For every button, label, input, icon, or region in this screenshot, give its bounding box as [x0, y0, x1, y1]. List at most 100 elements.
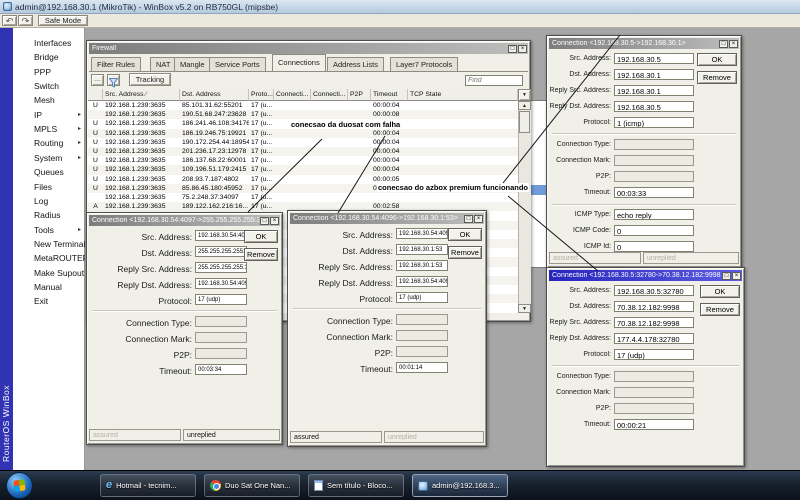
protocol-field[interactable]: 1 (icmp): [614, 117, 694, 128]
remove-button[interactable]: Remove: [697, 71, 737, 84]
maximize-icon[interactable]: □: [719, 39, 728, 48]
taskbar-button-sem-t-tulo-bloco[interactable]: Sem título - Bloco...: [308, 474, 404, 497]
ok-button[interactable]: OK: [700, 285, 740, 298]
sidebar-item-bridge[interactable]: Bridge: [13, 50, 85, 64]
column-header-timeout[interactable]: Timeout: [371, 89, 408, 101]
sidebar-item-make-supout-rif[interactable]: Make Supout.rif: [13, 266, 94, 280]
column-header-connecti[interactable]: Connecti...: [311, 89, 348, 101]
scroll-thumb[interactable]: [519, 111, 530, 133]
filter-icon[interactable]: [107, 74, 120, 88]
tab-service-ports[interactable]: Service Ports: [209, 57, 266, 71]
taskbar-button-hotmail-tecnim[interactable]: e Hotmail - tecnim...: [100, 474, 196, 497]
close-icon[interactable]: ×: [474, 214, 483, 223]
sidebar-item-radius[interactable]: Radius: [13, 208, 85, 222]
sidebar-item-interfaces[interactable]: Interfaces: [13, 36, 85, 50]
firewall-titlebar[interactable]: Firewall □ ×: [89, 43, 528, 54]
start-button[interactable]: [6, 472, 33, 499]
connection-row[interactable]: U 192.168.1.239:3635 85.101.31.62:55201 17 …: [88, 101, 518, 111]
sidebar-item-routing[interactable]: Routing ▸: [13, 136, 85, 150]
column-header-flags[interactable]: [88, 89, 103, 101]
reply-src-address-field[interactable]: 192.168.30.1: [614, 85, 694, 96]
timeout-field[interactable]: 00:01:14: [396, 362, 448, 373]
close-icon[interactable]: ×: [732, 271, 741, 280]
tab-connections[interactable]: Connections: [272, 54, 326, 71]
connection-type-field[interactable]: [614, 371, 694, 382]
dst-address-field[interactable]: 255.255.255.255:33123: [195, 246, 247, 257]
sidebar-item-mesh[interactable]: Mesh: [13, 93, 85, 107]
sidebar-item-exit[interactable]: Exit: [13, 294, 85, 308]
vertical-scrollbar[interactable]: ▲ ▼: [518, 101, 531, 313]
close-icon[interactable]: ×: [729, 39, 738, 48]
connection-type-field[interactable]: [614, 139, 694, 150]
connection-row[interactable]: 192.168.1.239:3635 75.2.248.37:34097 17 (u…: [88, 193, 518, 203]
maximize-icon[interactable]: □: [464, 214, 473, 223]
maximize-icon[interactable]: □: [722, 271, 731, 280]
icmp-type-field[interactable]: echo reply: [614, 209, 694, 220]
reply-dst-address-field[interactable]: 192.168.30.54:4096: [396, 276, 448, 287]
sidebar-item-new-terminal[interactable]: New Terminal: [13, 237, 85, 251]
safe-mode-button[interactable]: Safe Mode: [38, 15, 88, 26]
connection-row[interactable]: U 192.168.1.239:3635 186.137.68.22:60001 17…: [88, 156, 518, 166]
icmp-id-field[interactable]: 0: [614, 241, 694, 252]
connection-type-field[interactable]: [396, 314, 448, 325]
sidebar-item-metarouter[interactable]: MetaROUTER: [13, 251, 89, 265]
reply-src-address-field[interactable]: 192.168.30.1:53: [396, 260, 448, 271]
protocol-field[interactable]: 17 (udp): [396, 292, 448, 303]
src-address-field[interactable]: 192.168.30.54:4096: [396, 228, 448, 239]
remove-connection-button[interactable]: —: [91, 74, 104, 86]
connection-type-field[interactable]: [195, 316, 247, 327]
reply-src-address-field[interactable]: 70.38.12.182:9998: [614, 317, 694, 328]
protocol-field[interactable]: 17 (udp): [195, 294, 247, 305]
src-address-field[interactable]: 192.168.30.54:4097: [195, 230, 247, 241]
tab-filter-rules[interactable]: Filter Rules: [91, 57, 141, 71]
sidebar-item-queues[interactable]: Queues: [13, 165, 85, 179]
src-address-field[interactable]: 192.168.30.5: [614, 53, 694, 64]
ok-button[interactable]: OK: [448, 228, 482, 241]
sidebar-item-log[interactable]: Log: [13, 194, 85, 208]
dialog-titlebar[interactable]: Connection <192.168.30.5->192.168.30.1> □…: [549, 38, 739, 49]
dialog-titlebar[interactable]: Connection <192.168.30.5:32780->70.38.12…: [549, 270, 742, 281]
connection-row[interactable]: U 192.168.1.239:3635 109.196.51.179:2415 17…: [88, 165, 518, 175]
undo-icon[interactable]: ↶: [2, 15, 17, 26]
close-icon[interactable]: ×: [270, 216, 279, 225]
tab-layer7-protocols[interactable]: Layer7 Protocols: [390, 57, 459, 71]
dst-address-field[interactable]: 192.168.30.1: [614, 69, 694, 80]
timeout-field[interactable]: 00:00:21: [614, 419, 694, 430]
column-header-tcp-state[interactable]: TCP State: [408, 89, 518, 101]
sidebar-item-mpls[interactable]: MPLS ▸: [13, 122, 85, 136]
maximize-icon[interactable]: □: [508, 44, 517, 53]
ok-button[interactable]: OK: [697, 53, 737, 66]
reply-dst-address-field[interactable]: 192.168.30.5: [614, 101, 694, 112]
tracking-button[interactable]: Tracking: [129, 73, 171, 86]
taskbar-button-admin-192-168-3[interactable]: admin@192.168.3...: [412, 474, 508, 497]
sidebar-item-manual[interactable]: Manual: [13, 280, 85, 294]
connection-mark-field[interactable]: [614, 387, 694, 398]
close-icon[interactable]: ×: [518, 44, 527, 53]
scroll-down-icon[interactable]: ▼: [518, 304, 531, 313]
connection-row[interactable]: U 192.168.1.239:3635 201.236.17.23:12978 17…: [88, 147, 518, 157]
reply-dst-address-field[interactable]: 192.168.30.54:4097: [195, 278, 247, 289]
sidebar-item-tools[interactable]: Tools ▸: [13, 223, 85, 237]
remove-button[interactable]: Remove: [700, 303, 740, 316]
dialog-titlebar[interactable]: Connection <192.168.30.54:4097->255.255.…: [89, 215, 280, 226]
scroll-up-icon[interactable]: ▲: [518, 101, 531, 110]
tab-nat[interactable]: NAT: [150, 57, 177, 71]
dialog-titlebar[interactable]: Connection <192.168.30.54:4096->192.168.…: [290, 213, 484, 224]
redo-icon[interactable]: ↷: [18, 15, 33, 26]
protocol-field[interactable]: 17 (udp): [614, 349, 694, 360]
p2p-field[interactable]: [195, 348, 247, 359]
connection-mark-field[interactable]: [195, 332, 247, 343]
sidebar-item-files[interactable]: Files: [13, 180, 85, 194]
connection-row[interactable]: U 192.168.1.239:3635 186.19.246.75:19921 17…: [88, 128, 518, 138]
column-header-connecti[interactable]: Connecti...: [274, 89, 311, 101]
column-header-dst-address[interactable]: Dst. Address: [180, 89, 249, 101]
p2p-field[interactable]: [614, 171, 694, 182]
connection-mark-field[interactable]: [396, 330, 448, 341]
p2p-field[interactable]: [614, 403, 694, 414]
sidebar-item-ppp[interactable]: PPP: [13, 65, 85, 79]
column-dropdown-icon[interactable]: ▼: [518, 89, 531, 101]
find-input[interactable]: [465, 75, 523, 86]
taskbar-button-duo-sat-one-nan[interactable]: Duo Sat One Nan...: [204, 474, 300, 497]
column-header-proto[interactable]: Proto...: [249, 89, 274, 101]
sidebar-item-system[interactable]: System ▸: [13, 151, 85, 165]
